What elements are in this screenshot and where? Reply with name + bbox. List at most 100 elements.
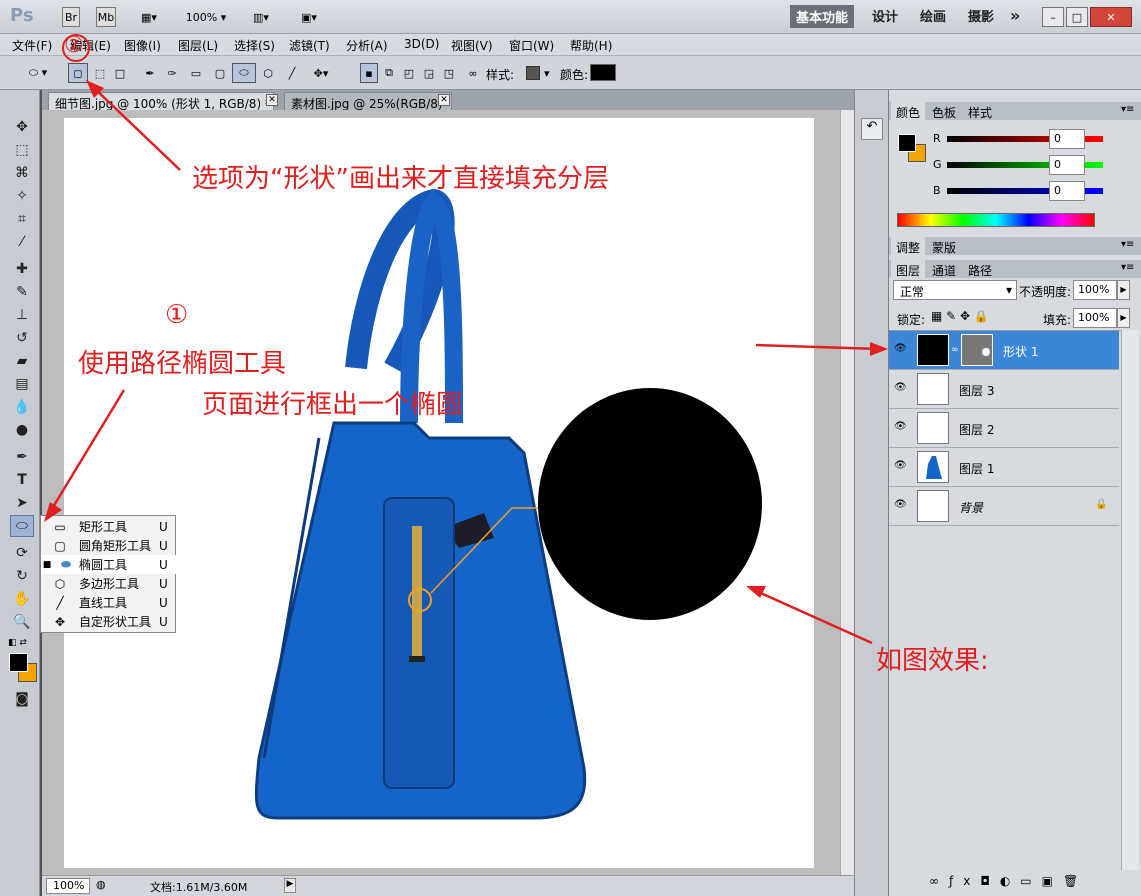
shape-color-swatch[interactable] bbox=[590, 64, 616, 81]
menu-help[interactable]: 帮助(H) bbox=[570, 37, 612, 54]
menu-image[interactable]: 图像(I) bbox=[124, 37, 161, 54]
clone-stamp-icon[interactable]: ⊥ bbox=[10, 304, 34, 326]
panel-menu-icon[interactable]: ▾≡ bbox=[1121, 262, 1134, 273]
healing-brush-icon[interactable]: ✚ bbox=[10, 258, 34, 280]
arrange-documents-button[interactable]: ▥▾ bbox=[244, 7, 278, 27]
layers-scrollbar[interactable] bbox=[1121, 330, 1139, 870]
menu-view[interactable]: 视图(V) bbox=[451, 37, 493, 54]
close-button[interactable]: ✕ bbox=[1090, 7, 1132, 27]
panel-menu-icon[interactable]: ▾≡ bbox=[1121, 104, 1134, 115]
tab-swatches[interactable]: 色板 bbox=[927, 102, 961, 123]
history-brush-icon[interactable]: ↺ bbox=[10, 327, 34, 349]
workspace-essentials[interactable]: 基本功能 bbox=[790, 5, 855, 28]
fill-arrow-icon[interactable]: ▶ bbox=[1117, 308, 1130, 328]
rounded-rect-shape-icon[interactable]: ▢ bbox=[210, 63, 230, 83]
blue-value-field[interactable]: 0 bbox=[1049, 181, 1085, 201]
minimize-button[interactable]: – bbox=[1042, 7, 1064, 27]
crop-tool-icon[interactable]: ⌗ bbox=[10, 208, 34, 230]
pen-tool-icon[interactable]: ✒ bbox=[140, 63, 160, 83]
paths-mode-button[interactable]: ⬚ bbox=[90, 63, 110, 83]
ellipse-tool-icon[interactable]: ⬭ bbox=[10, 515, 34, 537]
document-tab-inactive[interactable]: 素材图.jpg @ 25%(RGB/8) bbox=[284, 92, 452, 110]
blend-mode-select[interactable]: 正常 ▾ bbox=[893, 280, 1017, 300]
layer-row-3[interactable]: 👁 图层 3 bbox=[889, 370, 1119, 409]
menu-3d[interactable]: 3D(D) bbox=[404, 37, 439, 51]
quick-mask-icon[interactable]: ◙ bbox=[10, 688, 34, 710]
document-canvas[interactable] bbox=[64, 118, 814, 868]
tab-styles[interactable]: 样式 bbox=[963, 102, 997, 123]
freeform-pen-icon[interactable]: ✑ bbox=[162, 63, 182, 83]
eyedropper-tool-icon[interactable]: ⁄ bbox=[10, 231, 34, 253]
gradient-tool-icon[interactable]: ▤ bbox=[10, 373, 34, 395]
close-tab-icon[interactable]: ✕ bbox=[438, 94, 450, 106]
panel-fg-swatch[interactable] bbox=[898, 134, 916, 152]
zoom-level-dropdown[interactable]: 100% ▾ bbox=[180, 7, 232, 27]
3d-rotate-icon[interactable]: ⟳ bbox=[10, 542, 34, 564]
flyout-polygon-tool[interactable]: ⬡ 多边形工具 U bbox=[41, 574, 177, 593]
tab-channels[interactable]: 通道 bbox=[927, 260, 961, 281]
path-selection-icon[interactable]: ➤ bbox=[10, 492, 34, 514]
layer-row-shape1[interactable]: 👁 ∞ 形状 1 bbox=[889, 331, 1119, 370]
move-tool-icon[interactable]: ✥ bbox=[10, 116, 34, 138]
blur-tool-icon[interactable]: 💧 bbox=[10, 396, 34, 418]
color-spectrum-bar[interactable] bbox=[897, 213, 1095, 227]
custom-shape-icon[interactable]: ✥▾ bbox=[306, 63, 336, 83]
tab-masks[interactable]: 蒙版 bbox=[927, 237, 961, 258]
menu-select[interactable]: 选择(S) bbox=[234, 37, 275, 54]
link-style-icon[interactable]: ∞ bbox=[466, 63, 480, 83]
visibility-eye-icon[interactable]: 👁 bbox=[894, 382, 908, 394]
quick-select-tool-icon[interactable]: ✧ bbox=[10, 185, 34, 207]
hand-tool-icon[interactable]: ✋ bbox=[10, 588, 34, 610]
layers-footer-icons[interactable]: ∞ƒx◘◐▭▣🗑 bbox=[929, 874, 1088, 888]
type-tool-icon[interactable]: T bbox=[10, 469, 34, 491]
workspace-painting[interactable]: 绘画 bbox=[920, 6, 946, 25]
layer-row-1[interactable]: 👁 图层 1 bbox=[889, 448, 1119, 487]
flyout-rounded-rectangle-tool[interactable]: ▢ 圆角矩形工具 U bbox=[41, 536, 177, 555]
layer-row-2[interactable]: 👁 图层 2 bbox=[889, 409, 1119, 448]
flyout-custom-shape-tool[interactable]: ✥ 自定形状工具 U bbox=[41, 612, 177, 631]
close-tab-icon[interactable]: ✕ bbox=[266, 94, 278, 106]
visibility-eye-icon[interactable]: 👁 bbox=[894, 499, 908, 511]
menu-window[interactable]: 窗口(W) bbox=[509, 37, 554, 54]
visibility-eye-icon[interactable]: 👁 bbox=[894, 460, 908, 472]
pen-tool-icon[interactable]: ✒ bbox=[10, 446, 34, 468]
new-shape-layer-icon[interactable]: ▪ bbox=[360, 63, 378, 83]
tool-preset-picker[interactable]: ⬭ ▾ bbox=[18, 63, 58, 83]
3d-orbit-icon[interactable]: ↻ bbox=[10, 565, 34, 587]
opacity-arrow-icon[interactable]: ▶ bbox=[1117, 280, 1130, 300]
status-menu-arrow-icon[interactable]: ▶ bbox=[284, 878, 296, 893]
workspace-design[interactable]: 设计 bbox=[872, 6, 898, 25]
tab-layers[interactable]: 图层 bbox=[891, 260, 926, 281]
zoom-tool-icon[interactable]: 🔍 bbox=[10, 611, 34, 633]
view-extras-button[interactable]: ▦▾ bbox=[132, 7, 166, 27]
fill-field[interactable]: 100% bbox=[1073, 308, 1117, 328]
lock-icons[interactable]: ▦ ✎ ✥ 🔒 bbox=[931, 309, 989, 323]
flyout-ellipse-tool[interactable]: ■ ⬬ 椭圆工具 U bbox=[41, 555, 177, 574]
panel-menu-icon[interactable]: ▾≡ bbox=[1121, 239, 1134, 250]
menu-analysis[interactable]: 分析(A) bbox=[346, 37, 388, 54]
status-zoom-field[interactable]: 100% bbox=[46, 878, 90, 894]
history-panel-icon[interactable]: ↶ bbox=[861, 118, 883, 140]
green-value-field[interactable]: 0 bbox=[1049, 155, 1085, 175]
visibility-eye-icon[interactable]: 👁 bbox=[894, 421, 908, 433]
menu-filter[interactable]: 滤镜(T) bbox=[289, 37, 330, 54]
layer-row-background[interactable]: 👁 背景 🔒 bbox=[889, 487, 1119, 526]
default-colors-icon[interactable]: ◧ ⇄ bbox=[8, 638, 27, 648]
exclude-shape-icon[interactable]: ◳ bbox=[440, 63, 458, 83]
document-tab-active[interactable]: 细节图.jpg @ 100% (形状 1, RGB/8) * bbox=[48, 92, 274, 110]
polygon-shape-icon[interactable]: ⬡ bbox=[258, 63, 278, 83]
more-workspaces-icon[interactable]: » bbox=[1010, 6, 1020, 25]
lasso-tool-icon[interactable]: ⌘ bbox=[10, 162, 34, 184]
red-value-field[interactable]: 0 bbox=[1049, 129, 1085, 149]
fill-pixels-mode-button[interactable]: □ bbox=[110, 63, 130, 83]
eraser-tool-icon[interactable]: ▰ bbox=[10, 350, 34, 372]
tab-paths[interactable]: 路径 bbox=[963, 260, 997, 281]
flyout-rectangle-tool[interactable]: ▭ 矩形工具 U bbox=[41, 517, 177, 536]
add-to-shape-icon[interactable]: ⧉ bbox=[380, 63, 398, 83]
style-picker[interactable]: ▾ bbox=[522, 63, 554, 83]
marquee-tool-icon[interactable]: ⬚ bbox=[10, 139, 34, 161]
opacity-field[interactable]: 100% bbox=[1073, 280, 1117, 300]
maximize-button[interactable]: □ bbox=[1066, 7, 1088, 27]
screen-mode-button[interactable]: ▣▾ bbox=[292, 7, 326, 27]
brush-tool-icon[interactable]: ✎ bbox=[10, 281, 34, 303]
